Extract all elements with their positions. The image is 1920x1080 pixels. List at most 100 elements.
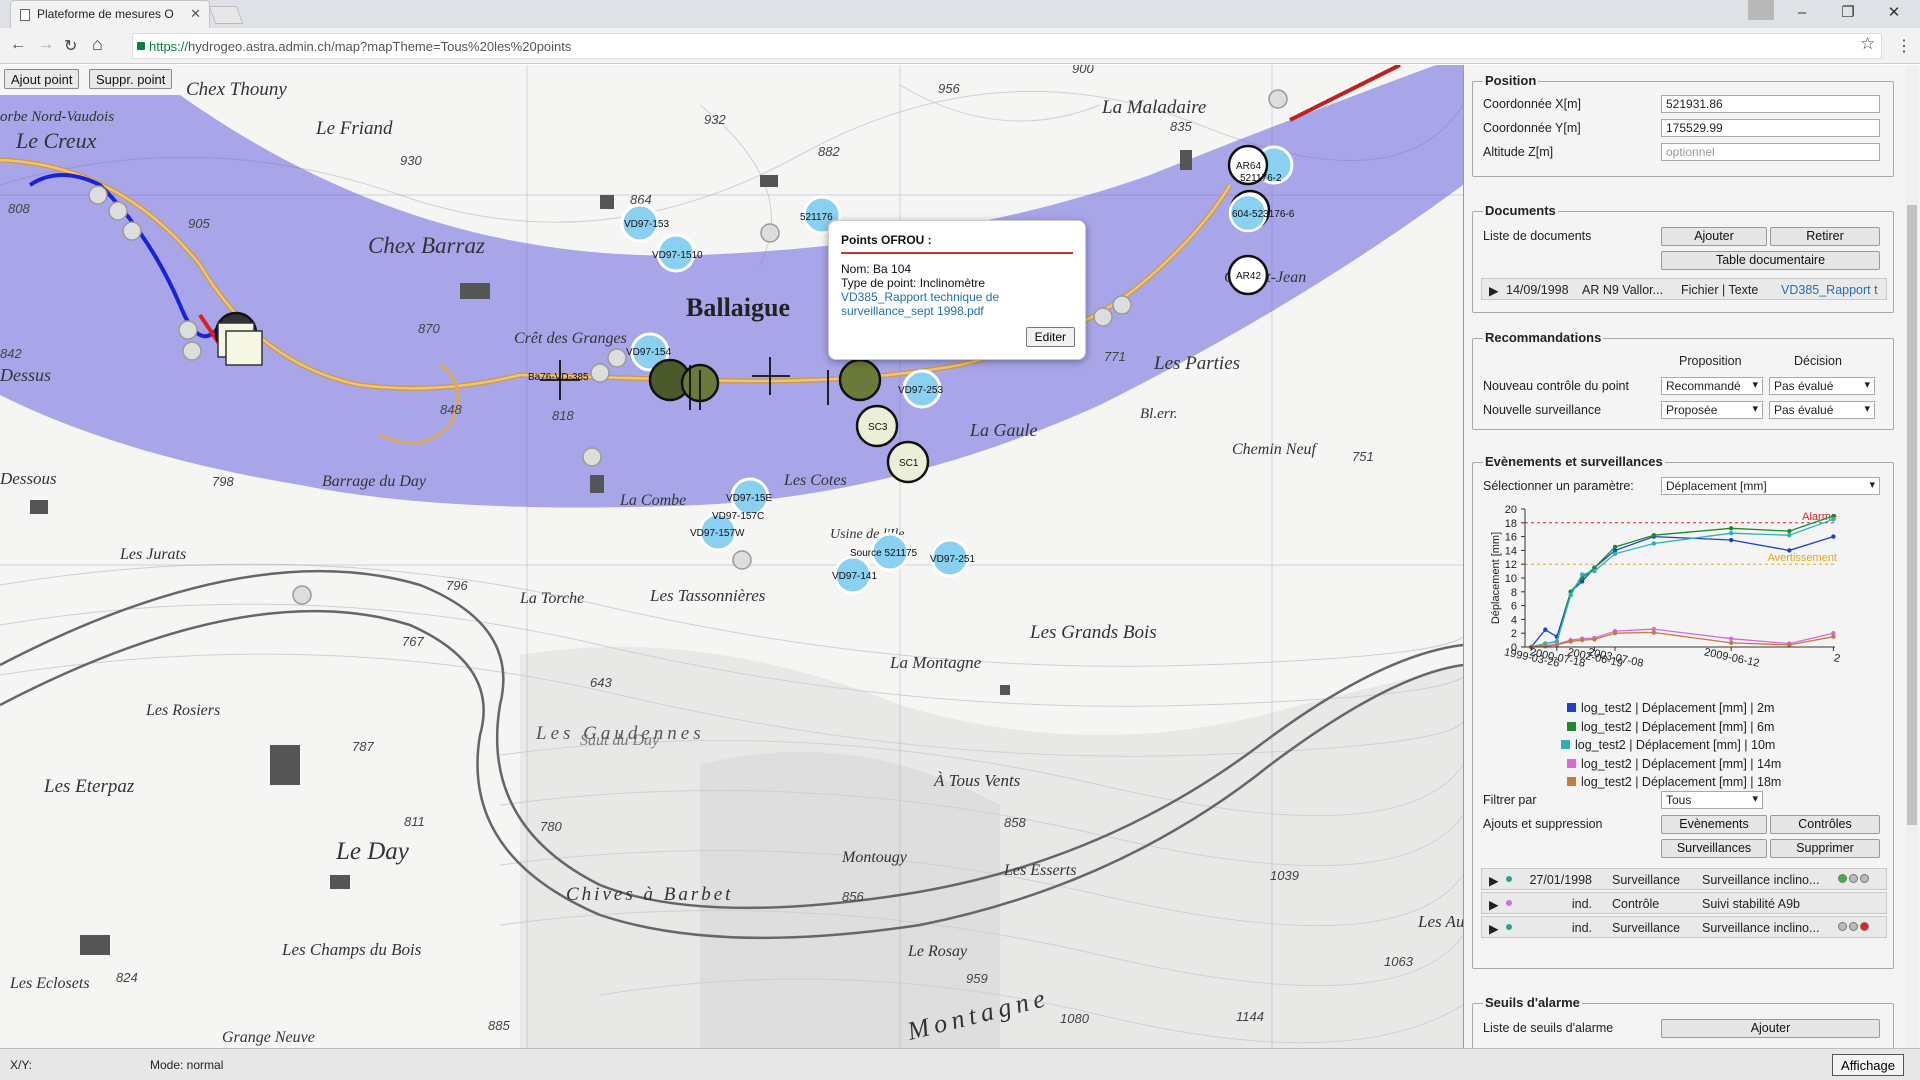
remove-document-button[interactable]: Retirer — [1770, 227, 1880, 246]
legend-label: log_test2 | Déplacement [mm] | 2m — [1581, 701, 1775, 715]
map-view[interactable]: Chex Thouny Le Friand Le Creux orbe Nord… — [0, 65, 1463, 1048]
point-label: VD97-141 — [832, 571, 877, 582]
events-button[interactable]: Evènements — [1661, 815, 1767, 834]
event-date: 27/01/1998 — [1529, 873, 1592, 887]
edit-button[interactable]: Editer — [1025, 327, 1075, 347]
panel-scrollbar-thumb[interactable] — [1907, 205, 1917, 825]
place-label: Le Creux — [15, 128, 97, 153]
expand-icon[interactable]: ▶ — [1489, 873, 1499, 888]
parameter-select[interactable]: Déplacement [mm] — [1661, 477, 1880, 495]
legend-item[interactable]: log_test2 | Déplacement [mm] | 2m — [1567, 701, 1774, 715]
svg-text:811: 811 — [404, 814, 425, 829]
point-label: VD97-154 — [626, 347, 671, 358]
home-icon[interactable]: ⌂ — [92, 34, 103, 55]
decision-header: Décision — [1794, 354, 1842, 368]
data-point — [1612, 551, 1618, 557]
controls-button[interactable]: Contrôles — [1770, 815, 1880, 834]
place-label: Bl.err. — [1140, 406, 1178, 422]
data-point — [1787, 548, 1792, 553]
profile-icon[interactable] — [1748, 0, 1774, 20]
add-remove-label: Ajouts et suppression — [1483, 817, 1603, 831]
svg-text:1144: 1144 — [1236, 1009, 1264, 1024]
event-row[interactable]: ▶ 27/01/1998 Surveillance Surveillance incl… — [1481, 868, 1887, 890]
point-label: SC3 — [868, 422, 888, 433]
point-label: 521176-2 — [1240, 173, 1282, 184]
svg-text:780: 780 — [540, 819, 562, 834]
browser-tab[interactable]: Plateforme de mesures O ✕ — [10, 0, 210, 28]
add-document-button[interactable]: Ajouter — [1661, 227, 1767, 246]
forward-icon[interactable]: → — [38, 36, 54, 54]
point-label: VD97-253 — [898, 385, 943, 396]
browser-menu-icon[interactable]: ⋮ — [1896, 36, 1912, 56]
remove-point-button[interactable]: Suppr. point — [89, 69, 173, 89]
filter-select[interactable]: Tous — [1661, 791, 1763, 809]
event-row[interactable]: ▶ ind. Contrôle Suivi stabilité A9b — [1481, 892, 1887, 914]
expand-icon[interactable]: ▶ — [1489, 897, 1499, 912]
event-description: Suivi stabilité A9b — [1702, 897, 1800, 911]
threshold-label: Avertissement — [1768, 552, 1838, 564]
display-button[interactable]: Affichage — [1832, 1054, 1904, 1076]
document-row[interactable]: ▶ 14/09/1998 AR N9 Vallor... Fichier | T… — [1481, 278, 1887, 300]
legend-item[interactable]: log_test2 | Déplacement [mm] | 10m — [1561, 738, 1775, 752]
expand-icon[interactable]: ▶ — [1489, 921, 1499, 936]
data-point — [1579, 637, 1585, 643]
surveillances-button[interactable]: Surveillances — [1661, 839, 1767, 858]
point-label: VD97-153 — [624, 219, 669, 230]
data-point — [1651, 541, 1657, 546]
reload-icon[interactable]: ↻ — [64, 36, 77, 56]
expand-icon[interactable]: ▶ — [1489, 283, 1499, 298]
popup-link-line[interactable]: surveillance_sept 1998.pdf — [841, 304, 1073, 318]
svg-text:643: 643 — [590, 675, 612, 690]
point-label: AR64 — [1236, 161, 1261, 172]
y-axis-title: Déplacement [mm] — [1490, 532, 1502, 624]
back-icon[interactable]: ← — [10, 36, 26, 54]
proposition-select[interactable]: Proposée — [1661, 401, 1763, 419]
place-label: Le Friand — [315, 118, 393, 139]
add-point-button[interactable]: Ajout point — [4, 69, 80, 89]
new-tab-button[interactable] — [208, 6, 244, 24]
svg-text:787: 787 — [352, 739, 374, 754]
legend-item[interactable]: log_test2 | Déplacement [mm] | 14m — [1567, 757, 1781, 771]
close-window-button[interactable]: ✕ — [1872, 0, 1916, 28]
legend-item[interactable]: log_test2 | Déplacement [mm] | 18m — [1567, 775, 1781, 789]
delete-button[interactable]: Supprimer — [1770, 839, 1880, 858]
url-field[interactable]: https://hydrogeo.astra.admin.ch/map?mapT… — [132, 33, 1882, 59]
document-link[interactable]: VD385_Rapport t — [1781, 283, 1878, 297]
map-canvas[interactable]: Chex Thouny Le Friand Le Creux orbe Nord… — [0, 65, 1463, 1048]
data-point — [1543, 627, 1548, 632]
popup-document-link[interactable]: VD385_Rapport technique de surveillance_… — [841, 290, 1073, 318]
altitude-field[interactable]: optionnel — [1661, 143, 1880, 161]
event-row[interactable]: ▶ ind. Surveillance Surveillance inclino... — [1481, 916, 1887, 938]
data-point — [1554, 642, 1560, 648]
data-point — [1568, 639, 1573, 644]
legend-label: log_test2 | Déplacement [mm] | 14m — [1581, 756, 1782, 771]
bookmark-star-icon[interactable]: ☆ — [1860, 34, 1875, 54]
data-point — [1831, 634, 1836, 639]
popup-link-line[interactable]: VD385_Rapport technique de — [841, 290, 1073, 304]
svg-text:1039: 1039 — [1270, 868, 1299, 883]
displacement-chart: AlarmeAvertissement 02468101214161820Dép… — [1490, 504, 1841, 670]
point-label: SC1 — [899, 458, 919, 469]
svg-text:956: 956 — [938, 81, 960, 96]
legend-swatch — [1567, 703, 1576, 712]
decision-select[interactable]: Pas évalué — [1769, 377, 1875, 395]
legend-swatch — [1567, 758, 1576, 768]
legend-item[interactable]: log_test2 | Déplacement [mm] | 6m — [1567, 720, 1774, 734]
minimize-button[interactable]: – — [1780, 0, 1824, 28]
svg-text:858: 858 — [1004, 815, 1026, 830]
proposition-select[interactable]: Recommandé — [1661, 377, 1763, 395]
place-label: Le Day — [335, 838, 410, 865]
data-point — [1787, 533, 1792, 538]
recommendation-label: Nouvelle surveillance — [1483, 403, 1602, 417]
data-point — [1612, 544, 1618, 550]
tab-close-icon[interactable]: ✕ — [190, 6, 201, 22]
x-tick-label: 2009-06-12 — [1703, 646, 1761, 669]
y-coordinate-field[interactable]: 175529.99 — [1661, 119, 1880, 137]
decision-select[interactable]: Pas évalué — [1769, 401, 1875, 419]
add-threshold-button[interactable]: Ajouter — [1661, 1019, 1880, 1038]
maximize-button[interactable]: ❐ — [1826, 0, 1870, 28]
status-dot-icon — [1506, 876, 1512, 882]
svg-text:796: 796 — [446, 578, 468, 593]
x-coordinate-field[interactable]: 521931.86 — [1661, 95, 1880, 113]
document-table-button[interactable]: Table documentaire — [1661, 251, 1880, 270]
